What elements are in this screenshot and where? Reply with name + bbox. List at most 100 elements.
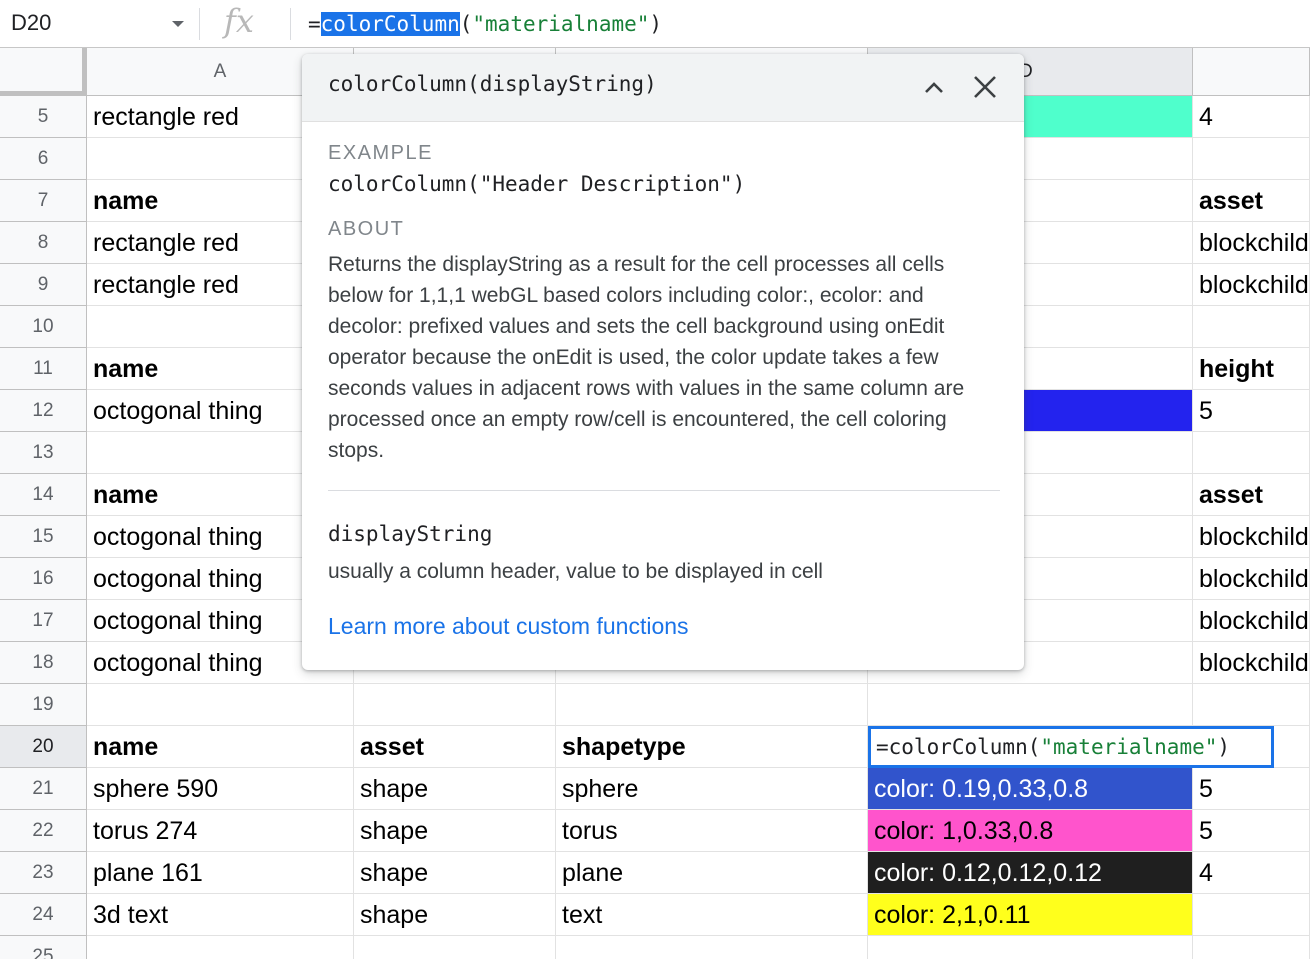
cell-e[interactable]: height <box>1193 348 1310 390</box>
cell-b[interactable] <box>354 684 556 726</box>
popup-divider <box>328 490 1000 491</box>
cell-c[interactable]: plane <box>556 852 868 894</box>
row-header[interactable]: 8 <box>0 222 87 264</box>
editor-argument: "materialname" <box>1040 735 1218 759</box>
cell-c[interactable] <box>556 684 868 726</box>
cell-d[interactable]: color: 0.12,0.12,0.12 <box>868 852 1193 894</box>
cell-d[interactable]: color: 1,0.33,0.8 <box>868 810 1193 852</box>
cell-e[interactable]: asset <box>1193 180 1310 222</box>
cell-b[interactable] <box>354 936 556 959</box>
select-all-corner[interactable] <box>0 48 87 96</box>
cell-e[interactable] <box>1193 684 1310 726</box>
cell-e[interactable]: 5 <box>1193 768 1310 810</box>
cell-b[interactable]: shape <box>354 810 556 852</box>
cell-c[interactable]: sphere <box>556 768 868 810</box>
row-header[interactable]: 13 <box>0 432 87 474</box>
active-cell-editor[interactable]: =colorColumn("materialname") <box>868 726 1274 768</box>
table-row: 24 3d text shape text color: 2,1,0.11 <box>0 894 1310 936</box>
row-header[interactable]: 19 <box>0 684 87 726</box>
popup-header: colorColumn(displayString) <box>302 54 1024 122</box>
editor-close-paren: ) <box>1217 735 1231 759</box>
function-signature: colorColumn(displayString) <box>328 72 657 96</box>
table-row: 23 plane 161 shape plane color: 0.12,0.12,0.… <box>0 852 1310 894</box>
row-header[interactable]: 6 <box>0 138 87 180</box>
cell-e[interactable]: 5 <box>1193 390 1310 432</box>
about-text: Returns the displayString as a result fo… <box>328 253 965 462</box>
row-header[interactable]: 25 <box>0 936 87 959</box>
row-header[interactable]: 7 <box>0 180 87 222</box>
row-header[interactable]: 5 <box>0 96 87 138</box>
divider <box>290 8 291 40</box>
cell-e[interactable]: blockchild <box>1193 558 1310 600</box>
cell-e[interactable] <box>1193 138 1310 180</box>
cell-b[interactable]: shape <box>354 768 556 810</box>
row-header[interactable]: 21 <box>0 768 87 810</box>
row-header[interactable]: 10 <box>0 306 87 348</box>
formula-input[interactable]: =colorColumn("materialname") <box>308 8 662 40</box>
cell-e[interactable]: blockchild <box>1193 600 1310 642</box>
example-label: EXAMPLE <box>328 142 433 164</box>
cell-b[interactable]: shape <box>354 852 556 894</box>
row-header[interactable]: 14 <box>0 474 87 516</box>
cell-e[interactable] <box>1193 936 1310 959</box>
cell-c[interactable]: shapetype <box>556 726 868 768</box>
row-header[interactable]: 11 <box>0 348 87 390</box>
cell-a[interactable]: 3d text <box>87 894 354 936</box>
row-header[interactable]: 16 <box>0 558 87 600</box>
cell-d[interactable]: color: 2,1,0.11 <box>868 894 1193 936</box>
fx-icon: fx <box>224 2 254 40</box>
cell-c[interactable] <box>556 936 868 959</box>
cell-e[interactable] <box>1193 432 1310 474</box>
cell-a[interactable]: sphere 590 <box>87 768 354 810</box>
cell-a[interactable]: name <box>87 726 354 768</box>
row-header[interactable]: 12 <box>0 390 87 432</box>
table-row: 25 <box>0 936 1310 959</box>
editor-function: =colorColumn( <box>876 735 1041 759</box>
parameter-description: usually a column header, value to be dis… <box>328 560 823 583</box>
row-header[interactable]: 18 <box>0 642 87 684</box>
cell-e[interactable]: blockchild <box>1193 222 1310 264</box>
cell-b[interactable]: asset <box>354 726 556 768</box>
cell-d[interactable]: color: 0.19,0.33,0.8 <box>868 768 1193 810</box>
cell-a[interactable]: torus 274 <box>87 810 354 852</box>
cell-d[interactable] <box>868 936 1193 959</box>
cell-b[interactable]: shape <box>354 894 556 936</box>
chevron-down-icon[interactable] <box>172 21 184 27</box>
cell-e[interactable]: blockchild <box>1193 516 1310 558</box>
cell-a[interactable]: plane 161 <box>87 852 354 894</box>
cell-d[interactable] <box>868 684 1193 726</box>
cell-a[interactable] <box>87 936 354 959</box>
learn-more-link[interactable]: Learn more about custom functions <box>328 613 689 640</box>
chevron-up-icon[interactable] <box>920 74 948 102</box>
row-header[interactable]: 22 <box>0 810 87 852</box>
row-header[interactable]: 23 <box>0 852 87 894</box>
cell-a[interactable] <box>87 684 354 726</box>
row-header[interactable]: 24 <box>0 894 87 936</box>
cell-e[interactable]: 5 <box>1193 810 1310 852</box>
formula-equals: = <box>308 12 321 36</box>
table-row: 19 <box>0 684 1310 726</box>
formula-open-paren: ( <box>459 12 473 36</box>
cell-c[interactable]: text <box>556 894 868 936</box>
cell-e[interactable]: 4 <box>1193 96 1310 138</box>
function-help-popup: colorColumn(displayString) EXAMPLE color… <box>302 54 1024 670</box>
row-header[interactable]: 15 <box>0 516 87 558</box>
about-label: ABOUT <box>328 218 405 240</box>
cell-e[interactable] <box>1193 306 1310 348</box>
row-header[interactable]: 17 <box>0 600 87 642</box>
name-box[interactable]: D20 <box>0 0 198 48</box>
table-row: 22 torus 274 shape torus color: 1,0.33,0.8 5 <box>0 810 1310 852</box>
close-icon[interactable] <box>970 72 1000 102</box>
cell-e[interactable]: 4 <box>1193 852 1310 894</box>
parameter-name: displayString <box>328 522 493 546</box>
column-header-e[interactable] <box>1193 48 1310 96</box>
cell-e[interactable]: blockchild <box>1193 264 1310 306</box>
row-header[interactable]: 9 <box>0 264 87 306</box>
cell-reference[interactable]: D20 <box>11 10 51 36</box>
cell-c[interactable]: torus <box>556 810 868 852</box>
row-header[interactable]: 20 <box>0 726 87 768</box>
formula-bar: D20 fx =colorColumn("materialname") <box>0 0 1310 48</box>
cell-e[interactable]: blockchild <box>1193 642 1310 684</box>
cell-e[interactable]: asset <box>1193 474 1310 516</box>
cell-e[interactable] <box>1193 894 1310 936</box>
